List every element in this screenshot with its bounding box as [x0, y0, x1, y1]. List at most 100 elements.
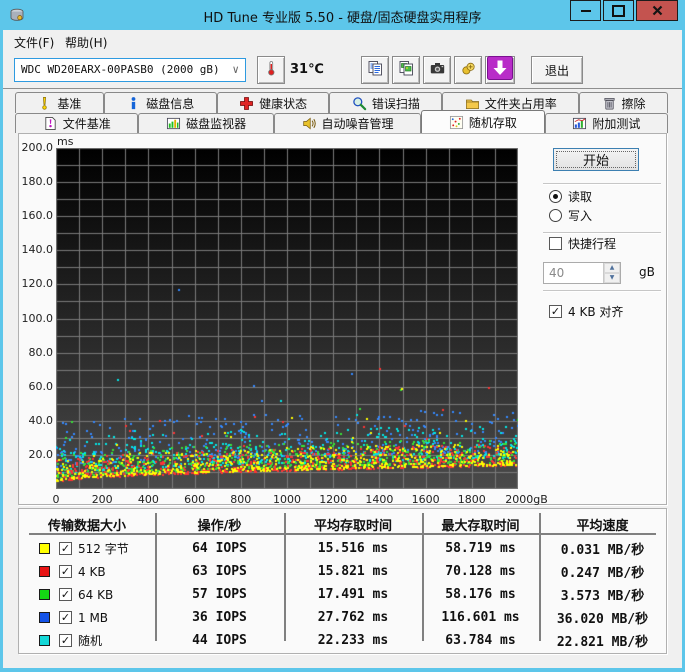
series-color-swatch — [39, 589, 50, 600]
read-radio[interactable] — [549, 190, 562, 203]
tab-benchmark[interactable]: 基准 — [15, 92, 104, 113]
update-icon — [487, 56, 513, 84]
temperature-button[interactable] — [257, 56, 285, 84]
title-bar: HD Tune 专业版 5.50 - 硬盘/固态硬盘实用程序 — [0, 0, 685, 30]
cell-max: 58.176 ms — [445, 587, 516, 602]
exit-button[interactable]: 退出 — [531, 56, 583, 84]
write-option[interactable]: 写入 — [549, 207, 592, 224]
series-toggle-cell: ✓ 随机 — [19, 632, 155, 649]
cell-ops: 64 IOPS — [192, 541, 247, 556]
tab-label: 随机存取 — [468, 115, 517, 130]
series-color-swatch — [39, 543, 50, 554]
tab-random-access[interactable]: 随机存取 — [421, 110, 545, 133]
temperature-value: 31℃ — [290, 62, 324, 77]
cell-ops: 63 IOPS — [192, 564, 247, 579]
y-tick-label: 80.0 — [28, 345, 54, 359]
y-tick-label: 140.0 — [21, 243, 54, 257]
cell-ops: 36 IOPS — [192, 610, 247, 625]
drive-select-value: WDC WD20EARX-00PASB0 (2000 gB) — [21, 63, 220, 76]
short-stroke-unit-label: gB — [639, 265, 655, 279]
header-transfer-size: 传输数据大小 — [47, 519, 126, 534]
copy-text-icon — [367, 60, 384, 81]
cell-speed: 22.821 MB/秒 — [556, 635, 649, 650]
series-checkbox[interactable]: ✓ — [59, 542, 72, 555]
menu-file[interactable]: 文件(F) — [9, 33, 59, 52]
tab-label: 磁盘信息 — [146, 96, 195, 111]
y-tick-label: 60.0 — [28, 379, 54, 393]
x-tick-label: 600 — [184, 493, 206, 506]
chevron-down-icon: ∨ — [232, 63, 239, 76]
exit-label: 退出 — [544, 63, 569, 78]
series-checkbox[interactable]: ✓ — [59, 565, 72, 578]
tab-label: 文件夹占用率 — [484, 96, 557, 111]
tab-disk-monitor[interactable]: 磁盘监视器 — [138, 113, 274, 133]
align-checkbox[interactable]: ✓ — [549, 305, 562, 318]
tab-label: 磁盘监视器 — [186, 117, 247, 131]
series-checkbox[interactable]: ✓ — [59, 634, 72, 647]
tab-erase[interactable]: 擦除 — [579, 92, 668, 113]
cell-max: 63.784 ms — [445, 633, 516, 648]
read-label: 读取 — [568, 190, 593, 204]
series-color-swatch — [39, 612, 50, 623]
y-axis-unit-label: ms — [57, 135, 74, 148]
tab-extra-tests[interactable]: 附加测试 — [544, 113, 669, 133]
x-tick-label: 200 — [91, 493, 113, 506]
series-checkbox[interactable]: ✓ — [59, 588, 72, 601]
y-tick-label: 180.0 — [21, 175, 54, 189]
start-button[interactable]: 开始 — [553, 148, 639, 171]
write-radio[interactable] — [549, 209, 562, 222]
short-stroke-checkbox[interactable] — [549, 237, 562, 250]
read-option[interactable]: 读取 — [549, 188, 592, 205]
header-avg-access-time: 平均存取时间 — [313, 519, 392, 534]
folder-icon — [465, 96, 480, 111]
y-tick-label: 40.0 — [28, 413, 54, 427]
y-tick-label: 20.0 — [28, 447, 54, 461]
x-tick-label: 1400 — [365, 493, 394, 506]
tab-file-benchmark[interactable]: 文件基准 — [15, 113, 139, 133]
short-stroke-size-value: 40 — [549, 266, 565, 280]
copy-image-button[interactable] — [392, 56, 420, 84]
series-toggle-cell: ✓ 512 字节 — [19, 540, 155, 557]
short-stroke-option[interactable]: 快捷行程 — [549, 235, 616, 252]
maximize-button[interactable] — [603, 0, 634, 21]
tab-label: 基准 — [57, 96, 82, 111]
tab-label: 擦除 — [621, 96, 646, 111]
file-benchmark-icon — [43, 116, 58, 131]
registration-button[interactable] — [454, 56, 482, 84]
short-stroke-size-stepper[interactable]: 40 ▲ ▼ — [543, 262, 621, 284]
align-option[interactable]: ✓ 4 KB 对齐 — [549, 303, 623, 320]
tab-noise-management[interactable]: 自动噪音管理 — [273, 113, 422, 133]
minimize-button[interactable] — [570, 0, 601, 21]
app-window: HD Tune 专业版 5.50 - 硬盘/固态硬盘实用程序 文件(F) 帮助(… — [0, 0, 685, 672]
client-area: 文件(F) 帮助(H) WDC WD20EARX-00PASB0 (2000 g… — [3, 30, 682, 668]
tab-label: 附加测试 — [592, 117, 641, 131]
series-checkbox[interactable]: ✓ — [59, 611, 72, 624]
y-tick-label: 160.0 — [21, 209, 54, 223]
series-toggle-cell: ✓ 64 KB — [19, 588, 155, 602]
table-row: ✓ 4 KB 63 IOPS 15.821 ms 70.128 ms 0.247 MB/秒 — [19, 562, 666, 581]
update-button[interactable] — [485, 56, 515, 84]
cell-max: 70.128 ms — [445, 564, 516, 579]
tab-disk-info[interactable]: 磁盘信息 — [103, 92, 217, 113]
copy-text-button[interactable] — [361, 56, 389, 84]
cell-avg: 27.762 ms — [317, 610, 389, 625]
y-tick-label: 120.0 — [21, 277, 54, 291]
stepper-up-button[interactable]: ▲ — [604, 263, 620, 273]
random-access-scatter-canvas — [56, 148, 518, 489]
close-button[interactable] — [636, 0, 678, 21]
tab-health[interactable]: 健康状态 — [216, 92, 330, 113]
cell-max: 116.601 ms — [441, 610, 520, 625]
cell-ops: 44 IOPS — [192, 633, 247, 648]
series-color-swatch — [39, 635, 50, 646]
tab-label: 健康状态 — [259, 96, 308, 111]
screenshot-button[interactable] — [423, 56, 451, 84]
drive-select[interactable]: WDC WD20EARX-00PASB0 (2000 gB) ∨ — [14, 58, 246, 82]
stepper-down-button[interactable]: ▼ — [604, 273, 620, 283]
table-row: ✓ 随机 44 IOPS 22.233 ms 63.784 ms 22.821 MB/秒 — [19, 631, 666, 650]
close-icon — [652, 1, 663, 20]
copy-image-icon — [398, 60, 415, 81]
tab-label: 自动噪音管理 — [321, 117, 394, 131]
cell-speed: 36.020 MB/秒 — [556, 612, 649, 627]
menu-help[interactable]: 帮助(H) — [60, 33, 112, 52]
cell-avg: 17.491 ms — [317, 587, 389, 602]
